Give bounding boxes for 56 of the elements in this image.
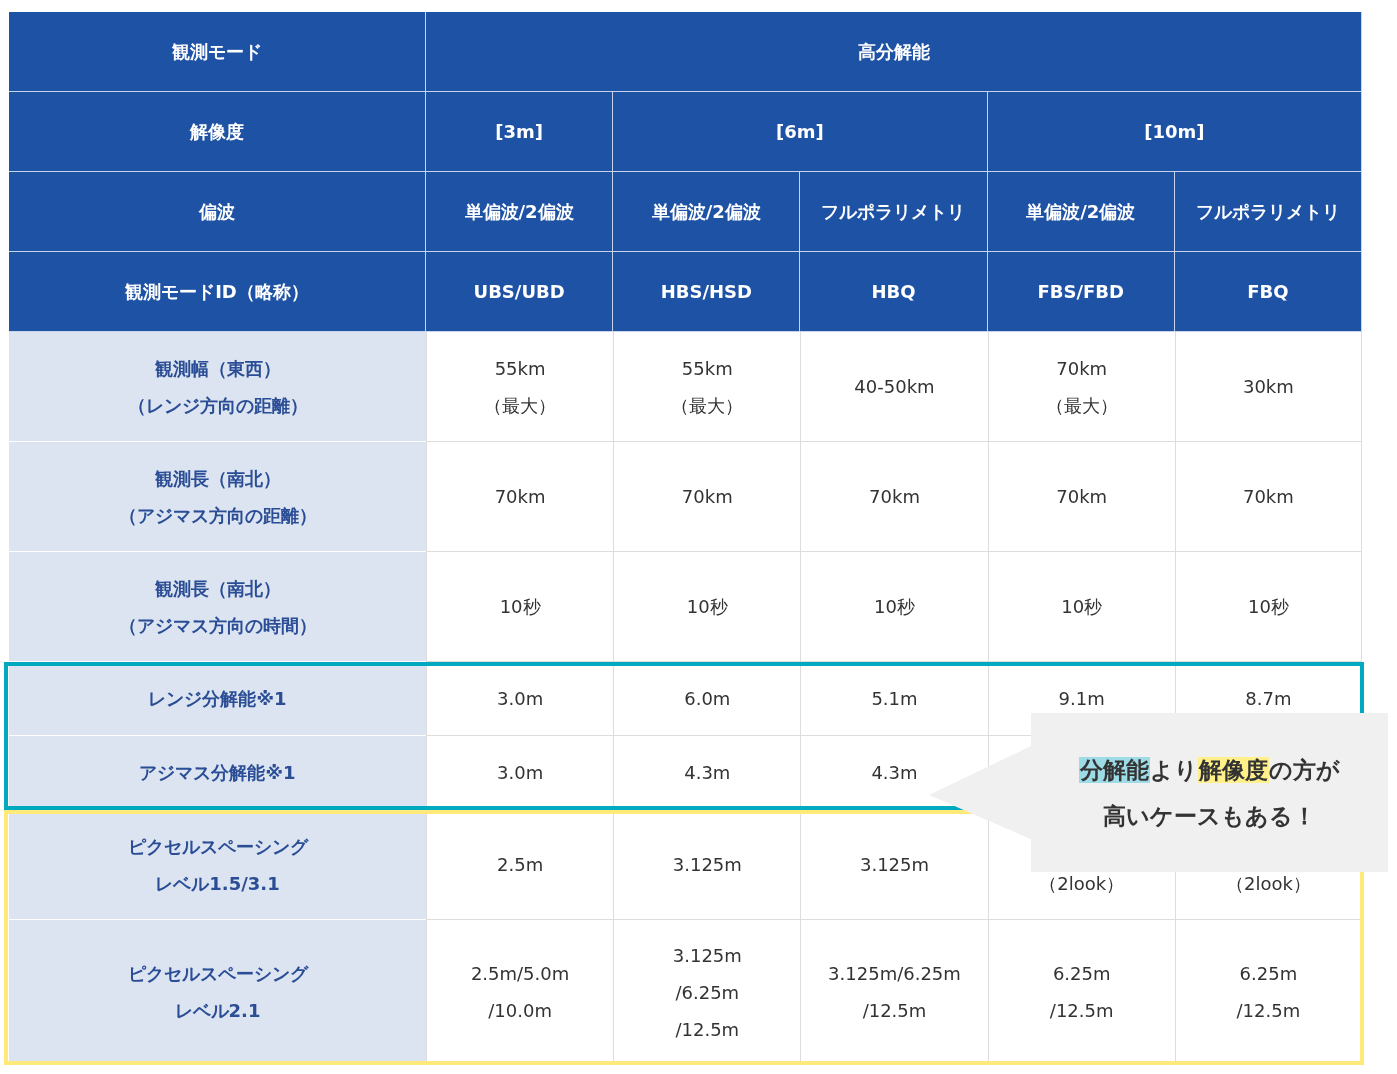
table-cell-text: 3.0m <box>497 761 544 785</box>
header-cell: FBS/FBD <box>987 252 1175 332</box>
header-cell: 単偏波/2偏波 <box>426 172 614 252</box>
table-cell-text: 3.125m/6.25m /12.5m <box>828 962 961 1023</box>
header-cell: [6m] <box>613 92 988 172</box>
table-cell-text: 70km <box>869 485 920 509</box>
table-cell-text: （2look） <box>1039 871 1125 896</box>
table-cell-text: 4.3m <box>684 761 731 785</box>
header-cell: [3m] <box>426 92 614 172</box>
table-cell-text: 6.0m <box>684 687 731 711</box>
table-cell-text: 6.25m /12.5m <box>1049 962 1114 1023</box>
table-cell-text: 4.3m <box>871 761 918 785</box>
table-cell-text: 70km <box>1242 485 1294 509</box>
table-cell-text: 9.1m <box>1058 687 1105 711</box>
table-cell-text: 55km （最大） <box>671 356 744 418</box>
header-cell: FBQ <box>1174 252 1362 332</box>
table-cell-text: 3.125m <box>672 853 742 877</box>
header-cell: [10m] <box>987 92 1362 172</box>
header-cell: 偏波 <box>9 172 426 252</box>
table-cell-text: 3.125m /6.25m /12.5m <box>672 943 742 1042</box>
table-cell-text: 10秒 <box>1061 595 1103 619</box>
table-cell-text: 70km <box>1056 485 1108 509</box>
row-label: 観測長（南北） （アジマス方向の距離） <box>9 442 426 552</box>
callout-text: 分解能より 解像度の方が <box>1079 755 1340 785</box>
table-cell-text: 70km <box>681 485 733 509</box>
header-cell: 単偏波/2偏波 <box>987 172 1175 252</box>
table-cell-text: 40-50km <box>854 375 935 399</box>
row-label: 観測幅（東西） （レンジ方向の距離） <box>9 332 426 442</box>
table-cell-text: 8.7m <box>1245 687 1292 711</box>
header-cell: 観測モードID（略称） <box>9 252 426 332</box>
header-cell: HBS/HSD <box>613 252 801 332</box>
table-cell-text: 70km （最大） <box>1045 356 1118 418</box>
header-cell: 単偏波/2偏波 <box>613 172 801 252</box>
table-cell-text: （2look） <box>1225 871 1311 896</box>
header-cell: 高分解能 <box>426 12 1362 92</box>
table-cell-text: 3.125m <box>859 853 930 877</box>
table-cell-text: 10秒 <box>499 595 541 619</box>
table-cell-text: 10秒 <box>874 595 915 619</box>
table-cell-text: 6.25m /12.5m <box>1236 962 1301 1023</box>
header-cell: 解像度 <box>9 92 426 172</box>
table-cell-text: 2.5m <box>497 853 544 877</box>
header-cell: フルポラリメトリ <box>800 172 988 252</box>
header-cell: フルポラリメトリ <box>1174 172 1362 252</box>
table-cell-text: 2.5m/5.0m /10.0m <box>470 962 570 1023</box>
header-cell: HBQ <box>800 252 988 332</box>
callout-text: 高いケースもある！ <box>1103 801 1316 831</box>
table-cell-text: 5.1m <box>871 687 918 711</box>
row-label: 観測長（南北） （アジマス方向の時間） <box>9 552 426 662</box>
table-cell-text: 55km （最大） <box>484 356 557 418</box>
table-cell-text: 30km <box>1242 375 1294 399</box>
header-cell: UBS/UBD <box>426 252 614 332</box>
table-cell-text: 3.0m <box>497 687 544 711</box>
header-cell: 観測モード <box>9 12 426 92</box>
table-cell-text: 10秒 <box>686 595 728 619</box>
table-cell-text: 70km <box>494 485 546 509</box>
table-cell-text: 10秒 <box>1247 595 1289 619</box>
